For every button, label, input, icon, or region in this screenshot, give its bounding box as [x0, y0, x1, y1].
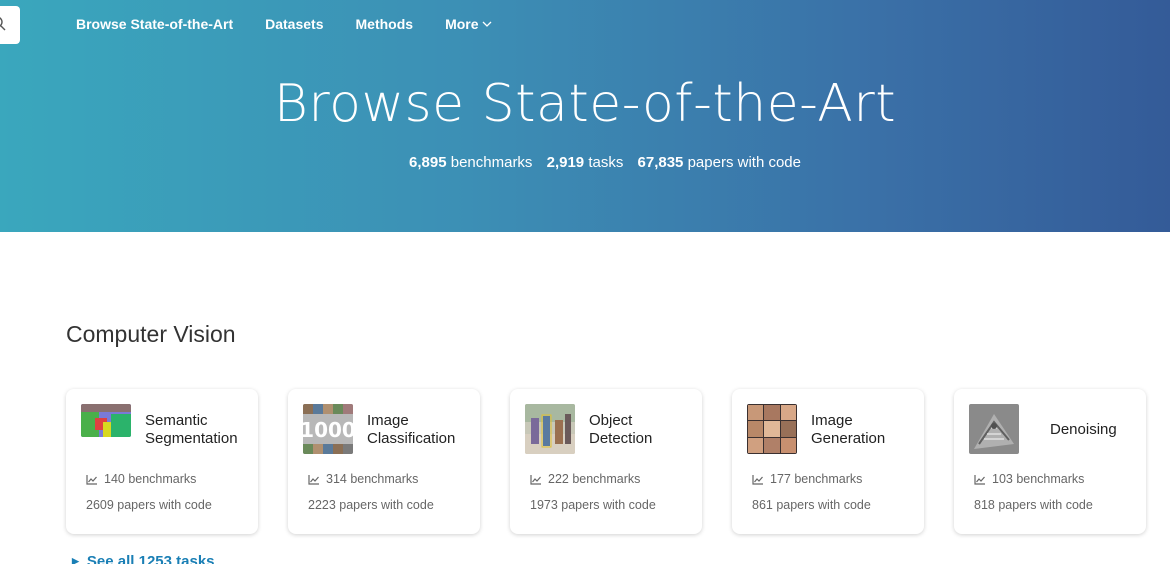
nav-methods[interactable]: Methods: [356, 16, 414, 32]
section-title: Computer Vision: [66, 321, 236, 347]
page-title: Browse State-of-the-Art: [273, 74, 897, 134]
caret-right-icon: ▶: [72, 556, 79, 564]
task-card-image-classification[interactable]: 1000 Image Classification 314 benchmarks…: [288, 389, 480, 534]
task-thumbnail: [969, 404, 1019, 454]
chart-line-icon: [974, 474, 985, 485]
task-card-benchmarks: 314 benchmarks: [308, 472, 418, 486]
task-card-image-generation[interactable]: Image Generation 177 benchmarks 861 pape…: [732, 389, 924, 534]
task-thumbnail: [81, 404, 131, 437]
hero-stats: 6,895 benchmarks 2,919 tasks 67,835 pape…: [0, 154, 1170, 171]
hero-banner: Browse State-of-the-Art Datasets Methods…: [0, 0, 1170, 232]
chart-line-icon: [530, 474, 541, 485]
task-card-papers: 818 papers with code: [974, 498, 1093, 512]
svg-text:1000: 1000: [303, 418, 353, 442]
task-thumbnail: 1000: [303, 404, 353, 454]
task-thumbnail: [747, 404, 797, 454]
stat-benchmarks: 6,895 benchmarks: [409, 154, 533, 171]
nav-browse-sota[interactable]: Browse State-of-the-Art: [76, 16, 233, 32]
nav-more-dropdown[interactable]: More: [445, 16, 491, 32]
task-card-benchmarks: 140 benchmarks: [86, 472, 196, 486]
task-card-denoising[interactable]: Denoising 103 benchmarks 818 papers with…: [954, 389, 1146, 534]
task-card-title: Denoising: [1050, 421, 1117, 438]
stat-tasks: 2,919 tasks: [546, 154, 624, 171]
search-icon: [0, 17, 6, 31]
task-card-semantic-segmentation[interactable]: Semantic Segmentation 140 benchmarks 260…: [66, 389, 258, 534]
chart-line-icon: [752, 474, 763, 485]
chart-line-icon: [86, 474, 97, 485]
chevron-down-icon: [482, 21, 491, 27]
see-all-tasks-link[interactable]: ▶ See all 1253 tasks: [72, 553, 215, 564]
task-card-papers: 861 papers with code: [752, 498, 871, 512]
task-card-title: Object Detection: [589, 412, 653, 447]
nav-datasets[interactable]: Datasets: [265, 16, 323, 32]
task-card-papers: 1973 papers with code: [530, 498, 656, 512]
top-nav: Browse State-of-the-Art Datasets Methods…: [76, 16, 524, 32]
chart-line-icon: [308, 474, 319, 485]
task-card-title: Image Generation: [811, 412, 886, 447]
task-card-title: Semantic Segmentation: [145, 412, 238, 447]
task-card-papers: 2223 papers with code: [308, 498, 434, 512]
search-button[interactable]: [0, 6, 20, 44]
task-card-benchmarks: 103 benchmarks: [974, 472, 1084, 486]
task-thumbnail: [525, 404, 575, 454]
task-card-benchmarks: 177 benchmarks: [752, 472, 862, 486]
task-card-benchmarks: 222 benchmarks: [530, 472, 640, 486]
task-card-papers: 2609 papers with code: [86, 498, 212, 512]
task-card-object-detection[interactable]: Object Detection 222 benchmarks 1973 pap…: [510, 389, 702, 534]
task-card-title: Image Classification: [367, 412, 456, 447]
stat-papers: 67,835 papers with code: [637, 154, 801, 171]
